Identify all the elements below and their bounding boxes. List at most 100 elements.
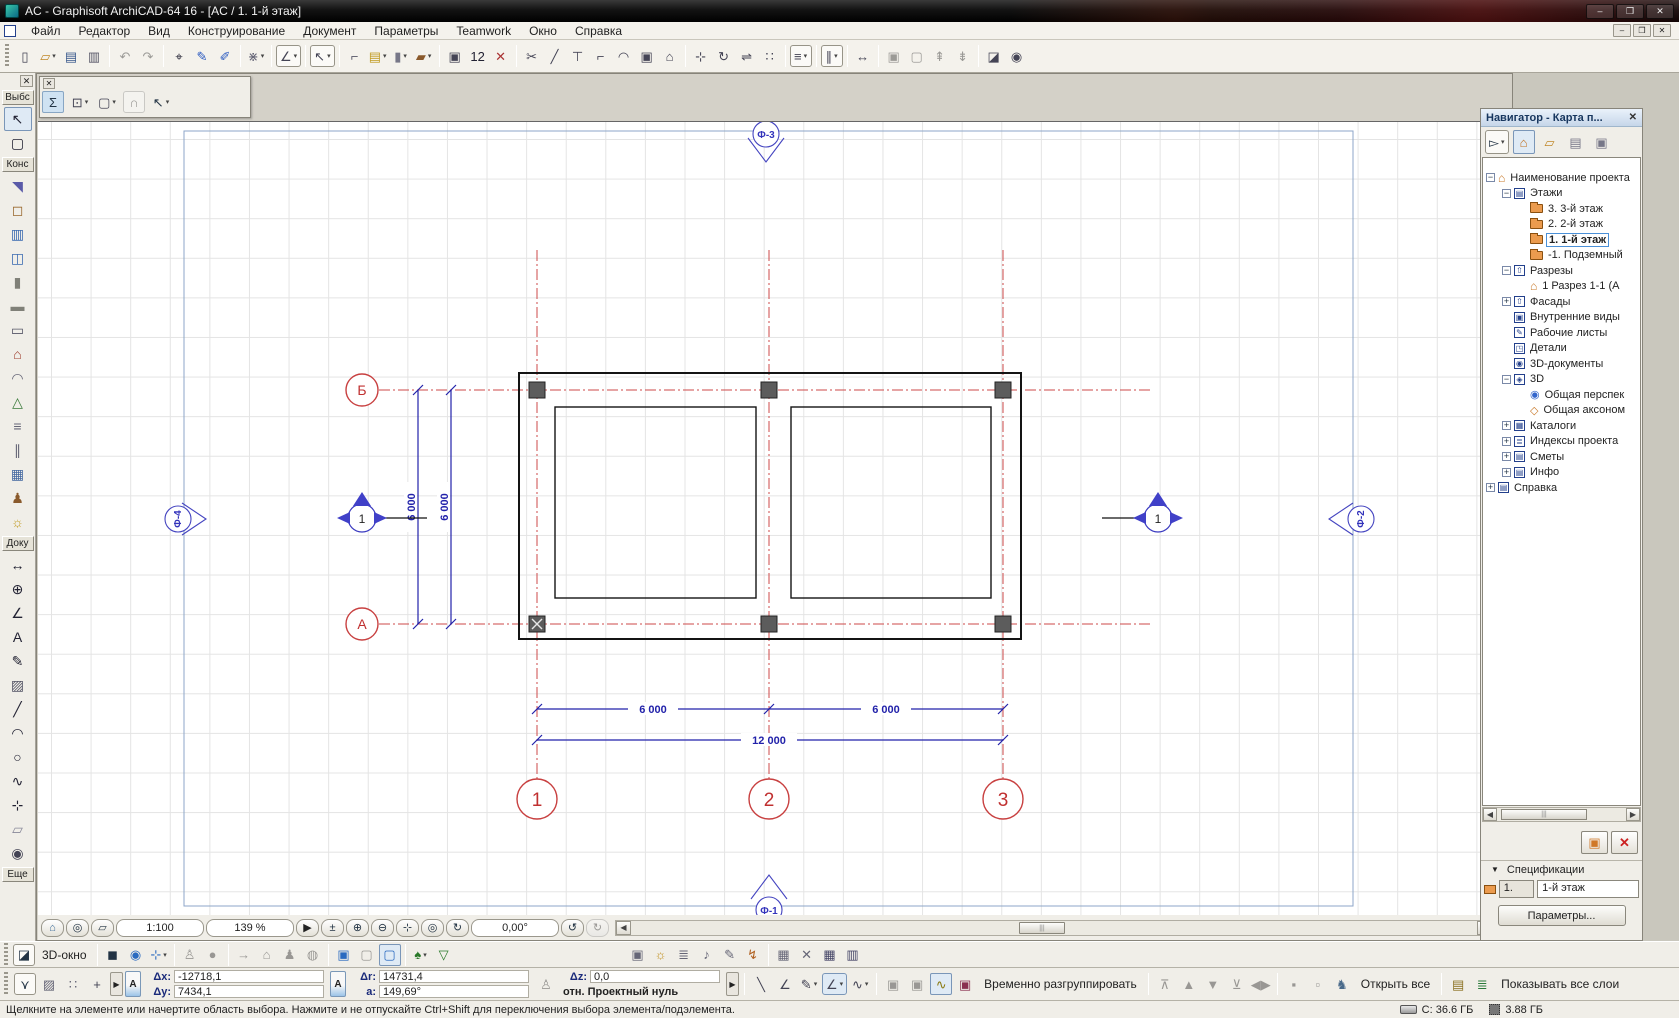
print-icon[interactable]: ▥ bbox=[83, 45, 105, 67]
shell-tool[interactable]: ◠ bbox=[4, 366, 32, 390]
suspend-groups-button[interactable]: Временно разгруппировать bbox=[978, 977, 1143, 991]
close-window-icon[interactable]: ✕ bbox=[490, 45, 512, 67]
dz-field[interactable]: 0,0 bbox=[590, 970, 720, 983]
rotation-field[interactable]: 0,00° bbox=[471, 919, 559, 937]
scale-button[interactable]: 1:100 bbox=[116, 919, 204, 937]
layer-settings-icon[interactable]: ▤ bbox=[1447, 973, 1469, 995]
new-viewpoint-button[interactable]: ▣ bbox=[1581, 831, 1608, 854]
sun-study-icon[interactable]: ☼ bbox=[650, 944, 672, 966]
palette-close-icon[interactable]: ✕ bbox=[43, 78, 55, 89]
show-all-layers-button[interactable]: Показывать все слои bbox=[1495, 977, 1625, 991]
ungroup-icon[interactable]: ▢ bbox=[906, 45, 928, 67]
spark-icon[interactable]: ↯ bbox=[742, 944, 764, 966]
move-down-icon[interactable]: ▼ bbox=[1202, 973, 1224, 995]
copy-view-icon[interactable]: ▣ bbox=[333, 944, 355, 966]
level-dimension-tool[interactable]: ⊕ bbox=[4, 577, 32, 601]
pen-angle-icon[interactable]: ✎ bbox=[798, 973, 820, 995]
slab-tool[interactable]: ▭ bbox=[4, 318, 32, 342]
pan-pages-button[interactable]: ▱ bbox=[91, 919, 114, 937]
scroll-left-icon[interactable]: ◀ bbox=[616, 921, 631, 935]
move-up-icon[interactable]: ▲ bbox=[1178, 973, 1200, 995]
menu-item[interactable]: Окно bbox=[520, 23, 566, 39]
favorites-icon[interactable]: ▣ bbox=[444, 45, 466, 67]
mdi-close-button[interactable]: ✕ bbox=[1653, 24, 1671, 37]
annotate-icon[interactable]: ✎ bbox=[719, 944, 741, 966]
restore-button[interactable]: ❒ bbox=[1616, 4, 1644, 19]
tree-project-indexes[interactable]: + ≣ Индексы проекта bbox=[1483, 434, 1640, 450]
dr-field[interactable]: 14731,4 bbox=[379, 970, 529, 983]
dimension-lines[interactable] bbox=[413, 385, 1008, 745]
tree-expand-icon[interactable]: + bbox=[1486, 483, 1495, 492]
menu-item[interactable]: Параметры bbox=[365, 23, 447, 39]
open-project-icon[interactable]: ▱ bbox=[37, 45, 59, 67]
align-top-icon[interactable]: ⊼ bbox=[1154, 973, 1176, 995]
minimize-button[interactable]: – bbox=[1586, 4, 1614, 19]
magnet-icon[interactable]: ∩ bbox=[123, 91, 145, 113]
tree-info[interactable]: + ▤ Инфо bbox=[1483, 465, 1640, 481]
angle-dimension-tool[interactable]: ∠ bbox=[4, 601, 32, 625]
parameters-button[interactable]: Параметры... bbox=[1498, 905, 1626, 926]
tree-expand-icon[interactable]: − bbox=[1502, 266, 1511, 275]
tree-expand-icon[interactable]: + bbox=[1502, 468, 1511, 477]
zoom-in-button[interactable]: ⊕ bbox=[346, 919, 369, 937]
label-tool[interactable]: ✎ bbox=[4, 649, 32, 673]
zoom-plusminus-button[interactable]: ± bbox=[321, 919, 344, 937]
snap-angle-icon[interactable]: ∠ bbox=[822, 973, 847, 995]
column-tool[interactable]: ▮ bbox=[4, 270, 32, 294]
save-icon[interactable]: ▤ bbox=[60, 45, 82, 67]
angle-mode-icon[interactable]: ∠ bbox=[774, 973, 796, 995]
look-to-icon[interactable]: → bbox=[233, 944, 255, 966]
tree-expand-icon[interactable]: − bbox=[1486, 173, 1495, 182]
scroll-left-icon[interactable]: ◀ bbox=[1483, 808, 1497, 821]
zoom-box-button[interactable]: ◎ bbox=[66, 919, 89, 937]
3d-camera-icon[interactable]: ◉ bbox=[125, 944, 147, 966]
tree-sections[interactable]: − ⇧ Разрезы bbox=[1483, 263, 1640, 279]
move-icon[interactable]: ⊹ bbox=[690, 45, 712, 67]
project-map-button[interactable]: ⌂ bbox=[1513, 130, 1535, 154]
lock-icon[interactable]: ▪ bbox=[1283, 973, 1305, 995]
navigator-close-icon[interactable]: ✕ bbox=[1629, 112, 1637, 123]
tree-axonometry[interactable]: ◇ Общая аксоном bbox=[1483, 403, 1640, 419]
layout-book-button[interactable]: ▤ bbox=[1565, 130, 1587, 154]
ungroup-box-icon[interactable]: ▣ bbox=[954, 973, 976, 995]
corner-window-tool[interactable]: ◫ bbox=[4, 246, 32, 270]
center-align-icon[interactable]: ◀▶ bbox=[1250, 973, 1272, 995]
fit-in-window-button[interactable]: ◎ bbox=[421, 919, 444, 937]
new-3d-window-icon[interactable]: ▢ bbox=[379, 944, 401, 966]
quick-preview-button[interactable]: ⌂ bbox=[41, 919, 64, 937]
page-icon[interactable]: ▢ bbox=[356, 944, 378, 966]
window-tool[interactable]: ▥ bbox=[4, 222, 32, 246]
curtain-wall-tool[interactable]: ▦ bbox=[4, 462, 32, 486]
stair-tool[interactable]: ≡ bbox=[4, 414, 32, 438]
publisher-button[interactable]: ▣ bbox=[1591, 130, 1613, 154]
roof-tool[interactable]: ⌂ bbox=[4, 342, 32, 366]
railing-tool[interactable]: ∥ bbox=[4, 438, 32, 462]
tree-worksheets[interactable]: ✎ Рабочие листы bbox=[1483, 325, 1640, 341]
arc-tool[interactable]: ◠ bbox=[4, 721, 32, 745]
tree-details[interactable]: ◳ Детали bbox=[1483, 341, 1640, 357]
table-icon[interactable]: ▦ bbox=[819, 944, 841, 966]
columns[interactable] bbox=[529, 382, 1011, 632]
3d-cutting-planes-icon[interactable]: ◪ bbox=[13, 944, 35, 966]
next-zoom-button[interactable]: ↻ bbox=[586, 919, 609, 937]
menu-item[interactable]: Документ bbox=[294, 23, 365, 39]
undo-icon[interactable]: ↶ bbox=[114, 45, 136, 67]
tree-interior-views[interactable]: ▣ Внутренние виды bbox=[1483, 310, 1640, 326]
view-map-button[interactable]: ▱ bbox=[1539, 130, 1561, 154]
navigator-scrollbar[interactable]: ◀ ||| ▶ bbox=[1482, 807, 1641, 822]
fill-tool[interactable]: ▨ bbox=[4, 673, 32, 697]
dy-field[interactable]: 7434,1 bbox=[174, 985, 324, 998]
camera-settings-icon[interactable]: ◉ bbox=[1006, 45, 1028, 67]
toolbox-close-icon[interactable]: ✕ bbox=[20, 75, 33, 87]
tree-story-2[interactable]: 2. 2-й этаж bbox=[1483, 217, 1640, 233]
partial-structure-icon[interactable]: ▮ bbox=[390, 45, 412, 67]
tree-expand-icon[interactable]: + bbox=[1502, 297, 1511, 306]
tree-expand-icon[interactable]: + bbox=[1502, 452, 1511, 461]
scissors-icon[interactable]: ✂ bbox=[521, 45, 543, 67]
toolbox-section-header[interactable]: Выбс bbox=[2, 90, 34, 105]
marquee-mode-icon[interactable]: ▢ bbox=[96, 91, 118, 113]
line-mode-icon[interactable]: ╲ bbox=[750, 973, 772, 995]
arrow-tool[interactable]: ↖ bbox=[4, 107, 32, 131]
angle-field[interactable]: 149,69° bbox=[379, 985, 529, 998]
navigator-scroll-thumb[interactable]: ||| bbox=[1501, 809, 1587, 820]
